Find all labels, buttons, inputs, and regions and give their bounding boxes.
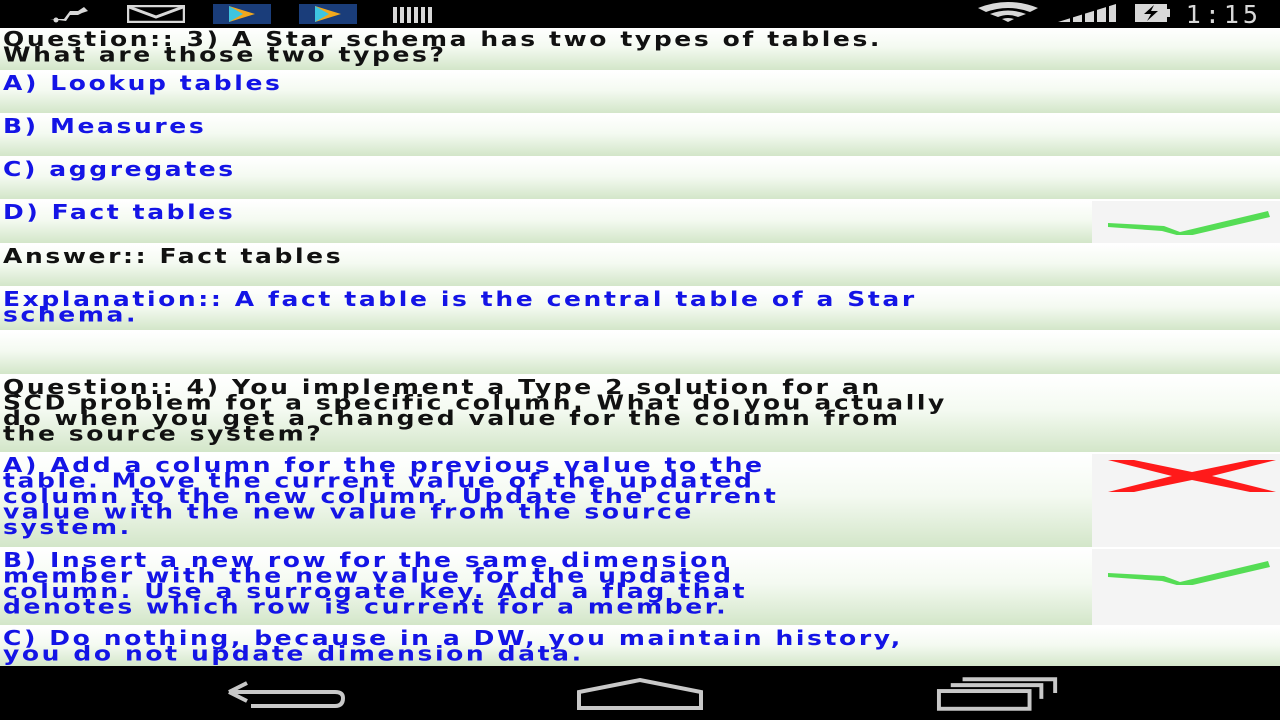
option-a[interactable]: A) Lookup tables (0, 72, 1280, 115)
check-mark-icon (1108, 211, 1270, 235)
option-c[interactable]: C) Do nothing, because in a DW, you main… (0, 627, 1280, 666)
option-b[interactable]: B) Insert a new row for the same dimensi… (0, 549, 1280, 627)
battery-charging-icon (1134, 1, 1170, 27)
check-mark-icon (1108, 561, 1270, 585)
clock: 1:15 (1185, 0, 1262, 29)
cross-mark-icon (1108, 460, 1276, 492)
home-button[interactable] (575, 676, 705, 712)
notification-icons (40, 3, 444, 25)
wifi-icon (976, 2, 1040, 26)
correct-mark-cell (1092, 549, 1280, 625)
play-store-icon (298, 3, 358, 25)
gmail-icon (126, 3, 186, 25)
recent-apps-icon (936, 677, 1058, 711)
option-a[interactable]: A) Add a column for the previous value t… (0, 454, 1280, 549)
recent-apps-button[interactable] (935, 676, 1065, 712)
option-c[interactable]: C) aggregates (0, 158, 1280, 201)
wrong-mark-cell (1092, 454, 1280, 547)
correct-mark-cell (1092, 201, 1280, 243)
play-store-icon (212, 3, 272, 25)
option-d[interactable]: D) Fact tables (0, 201, 1280, 245)
navigation-bar (0, 666, 1280, 720)
question-text: Question:: 3) A Star schema has two type… (0, 28, 1280, 72)
option-b[interactable]: B) Measures (0, 115, 1280, 158)
signal-icon (1056, 2, 1118, 26)
usb-icon (40, 3, 100, 25)
explanation-text: Explanation:: A fact table is the centra… (0, 288, 1280, 332)
back-icon (228, 681, 346, 708)
system-icons: 1:15 (976, 0, 1262, 29)
status-bar: 1:15 (0, 0, 1280, 29)
barcode-icon (384, 3, 444, 25)
home-icon (577, 678, 703, 710)
answer-text: Answer:: Fact tables (0, 245, 1280, 288)
back-button[interactable] (220, 676, 350, 712)
spacer-row (0, 332, 1280, 376)
question-text: Question:: 4) You implement a Type 2 sol… (0, 376, 1280, 454)
quiz-list[interactable]: Question:: 3) A Star schema has two type… (0, 28, 1280, 666)
